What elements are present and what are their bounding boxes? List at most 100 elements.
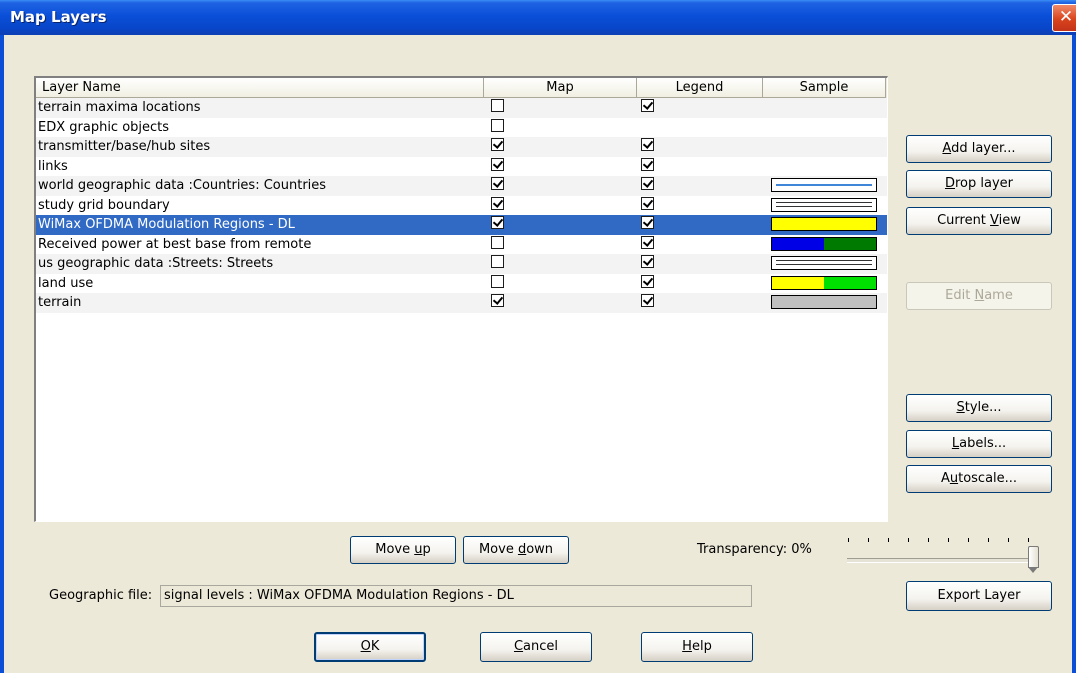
layer-name: links	[38, 158, 68, 174]
layer-sample-swatch	[771, 295, 877, 309]
layer-row[interactable]: links	[36, 157, 887, 177]
legend-visibility-checkbox[interactable]	[641, 157, 654, 171]
sample-color-block	[772, 218, 824, 230]
layer-sample-swatch	[771, 256, 877, 270]
layer-row[interactable]: us geographic data :Streets: Streets	[36, 254, 887, 274]
layer-row[interactable]: transmitter/base/hub sites	[36, 137, 887, 157]
column-header-map[interactable]: Map	[484, 78, 637, 98]
layer-row[interactable]: EDX graphic objects	[36, 118, 887, 138]
window-frame-left	[0, 35, 4, 673]
export-layer-button[interactable]: Export Layer	[906, 581, 1052, 611]
sample-line	[776, 205, 872, 207]
list-header: Layer Name Map Legend Sample	[36, 78, 887, 98]
slider-tick	[848, 538, 849, 542]
map-visibility-checkbox[interactable]	[491, 99, 504, 112]
slider-track[interactable]	[847, 558, 1039, 563]
drop-layer-button[interactable]: Drop layer	[906, 170, 1052, 198]
map-visibility-checkbox[interactable]	[491, 235, 504, 249]
slider-tick	[948, 538, 949, 542]
slider-tick	[928, 538, 929, 542]
sample-line	[776, 184, 872, 186]
legend-visibility-checkbox[interactable]	[641, 196, 654, 210]
layer-name: terrain maxima locations	[38, 100, 201, 115]
edit-name-button[interactable]: Edit Name	[906, 282, 1052, 310]
window-frame-right	[1072, 35, 1076, 673]
slider-tick	[908, 538, 909, 542]
slider-tick	[1028, 538, 1029, 542]
sample-color-block	[824, 218, 876, 230]
legend-visibility-checkbox[interactable]	[641, 274, 654, 288]
legend-visibility-checkbox[interactable]	[641, 99, 654, 112]
close-icon[interactable]: ✕	[1052, 4, 1076, 32]
transparency-slider[interactable]	[845, 538, 1045, 578]
map-visibility-checkbox[interactable]	[491, 196, 504, 210]
layer-row[interactable]: land use	[36, 274, 887, 294]
map-visibility-checkbox[interactable]	[491, 157, 504, 171]
current-view-button[interactable]: Current View	[906, 207, 1052, 235]
sample-color-block	[824, 276, 876, 289]
sample-line	[776, 260, 872, 261]
legend-visibility-checkbox[interactable]	[641, 177, 654, 190]
column-header-sample[interactable]: Sample	[763, 78, 886, 98]
help-button[interactable]: Help	[641, 632, 753, 662]
layer-sample-swatch	[771, 236, 877, 251]
transparency-label: Transparency: 0%	[697, 542, 812, 557]
layer-name: us geographic data :Streets: Streets	[38, 256, 274, 271]
slider-tick	[888, 538, 889, 542]
sample-color-block	[824, 296, 876, 308]
map-visibility-checkbox[interactable]	[491, 138, 504, 151]
style-button[interactable]: Style...	[906, 394, 1052, 422]
geographic-file-field: signal levels : WiMax OFDMA Modulation R…	[160, 585, 752, 607]
slider-thumb[interactable]	[1028, 546, 1039, 573]
layer-sample-swatch	[771, 197, 877, 212]
slider-tick	[988, 538, 989, 542]
legend-visibility-checkbox[interactable]	[641, 255, 654, 268]
layer-row[interactable]: WiMax OFDMA Modulation Regions - DL	[36, 215, 887, 235]
layer-row[interactable]: world geographic data :Countries: Countr…	[36, 176, 887, 196]
legend-visibility-checkbox[interactable]	[641, 235, 654, 249]
layer-sample-swatch	[771, 275, 877, 290]
sample-color-block	[772, 296, 824, 308]
move-down-button[interactable]: Move down	[463, 536, 569, 564]
cancel-button[interactable]: Cancel	[480, 632, 592, 662]
labels-button[interactable]: Labels...	[906, 430, 1052, 458]
sample-color-block	[824, 237, 876, 250]
layer-name: study grid boundary	[38, 197, 170, 213]
layers-list[interactable]: Layer Name Map Legend Sample terrain max…	[34, 76, 888, 522]
layer-row[interactable]: study grid boundary	[36, 196, 887, 216]
layer-name: terrain	[38, 295, 82, 310]
autoscale-button[interactable]: Autoscale...	[906, 465, 1052, 493]
map-visibility-checkbox[interactable]	[491, 294, 504, 307]
layer-name: EDX graphic objects	[38, 119, 170, 135]
column-header-legend[interactable]: Legend	[637, 78, 763, 98]
sample-line	[776, 264, 872, 265]
map-visibility-checkbox[interactable]	[491, 216, 504, 229]
list-rows: terrain maxima locations EDX graphic obje…	[36, 98, 887, 313]
layer-name: world geographic data :Countries: Countr…	[38, 178, 327, 193]
layer-row[interactable]: Received power at best base from remote	[36, 235, 887, 255]
slider-tick	[968, 538, 969, 542]
layer-row[interactable]: terrain maxima locations	[36, 98, 887, 118]
move-up-button[interactable]: Move up	[350, 536, 456, 564]
legend-visibility-checkbox[interactable]	[641, 216, 654, 229]
title-bar: Map Layers ✕	[0, 0, 1076, 35]
add-layer-button[interactable]: Add layer...	[906, 135, 1052, 163]
sample-color-block	[772, 237, 824, 250]
map-visibility-checkbox[interactable]	[491, 274, 504, 288]
map-visibility-checkbox[interactable]	[491, 255, 504, 268]
geographic-file-label: Geographic file:	[49, 588, 153, 603]
column-header-layer-name[interactable]: Layer Name	[36, 78, 484, 98]
legend-visibility-checkbox[interactable]	[641, 294, 654, 307]
map-visibility-checkbox[interactable]	[491, 118, 504, 132]
layer-name: transmitter/base/hub sites	[38, 139, 211, 154]
slider-tick	[868, 538, 869, 542]
layer-name: land use	[38, 275, 94, 291]
layer-name: Received power at best base from remote	[38, 236, 312, 252]
legend-visibility-checkbox[interactable]	[641, 138, 654, 151]
slider-tick	[1008, 538, 1009, 542]
map-visibility-checkbox[interactable]	[491, 177, 504, 190]
layer-row[interactable]: terrain	[36, 293, 887, 313]
layer-sample-swatch	[771, 217, 877, 231]
ok-button[interactable]: OK	[314, 632, 426, 662]
window-title: Map Layers	[10, 8, 107, 26]
